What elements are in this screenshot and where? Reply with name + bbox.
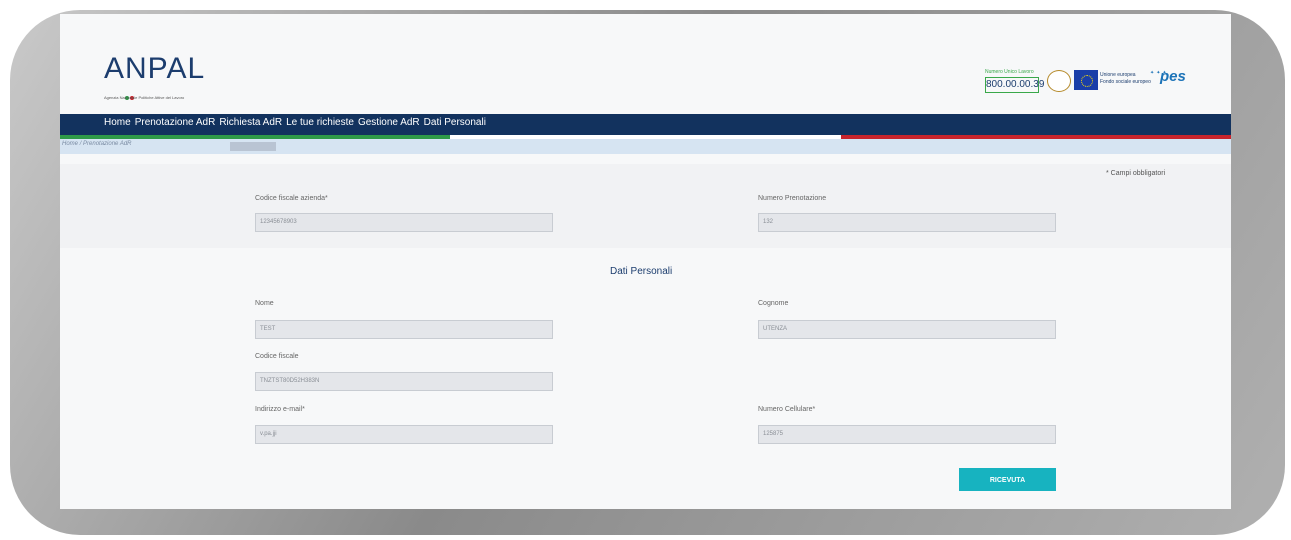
cognome-label: Cognome [758, 300, 789, 307]
breadcrumb-home[interactable]: Home [62, 141, 78, 147]
pes-side-icon [1188, 73, 1200, 87]
nav-item-le-tue-richieste[interactable]: Le tue richieste [286, 117, 354, 128]
required-note: * Campi obbligatori [1106, 170, 1166, 177]
numero-prenotazione-field[interactable]: 132 [758, 213, 1056, 232]
logo-wordmark: ANPAL [104, 52, 206, 85]
breadcrumb-current: Prenotazione AdR [83, 141, 132, 147]
codice-fiscale-azienda-field[interactable]: 12345678903 [255, 213, 553, 232]
numero-unico-lavoro: Numero Unico Lavoro 800.00.00.39 [985, 69, 1055, 93]
numero-prenotazione-label: Numero Prenotazione [758, 195, 827, 202]
logo-dots-icon [125, 87, 145, 100]
eu-flag-icon [1074, 70, 1098, 90]
email-label: Indirizzo e-mail* [255, 406, 305, 413]
cellulare-label: Numero Cellulare* [758, 406, 816, 413]
nav-item-richiesta[interactable]: Richiesta AdR [219, 117, 282, 128]
site-header: ANPAL Agenzia Nazionale Politiche Attive… [60, 14, 1231, 114]
breadcrumb-separator: / [79, 141, 82, 147]
italian-emblem-icon [1047, 70, 1071, 92]
page: ANPAL Agenzia Nazionale Politiche Attive… [60, 14, 1231, 509]
cognome-field[interactable]: UTENZA [758, 320, 1056, 339]
cellulare-field[interactable]: 125875 [758, 425, 1056, 444]
codice-fiscale-field[interactable]: TNZTST80D52H383N [255, 372, 553, 391]
nav-item-gestione[interactable]: Gestione AdR [358, 117, 420, 128]
pes-logo: ✦✦✦ pes [1150, 68, 1200, 92]
eu-line2: Fondo sociale europeo [1100, 79, 1151, 85]
breadcrumb-chip [230, 142, 276, 151]
eu-line1: Unione europea [1100, 72, 1136, 78]
nome-label: Nome [255, 300, 274, 307]
nav-item-home[interactable]: Home [104, 117, 131, 128]
section-title: Dati Personali [610, 266, 673, 277]
nome-field[interactable]: TEST [255, 320, 553, 339]
booking-section [60, 164, 1231, 248]
numero-label: Numero Unico Lavoro [985, 69, 1034, 75]
codice-fiscale-label: Codice fiscale [255, 353, 299, 360]
email-field[interactable]: v.pa.jji [255, 425, 553, 444]
breadcrumb: Home / Prenotazione AdR [60, 139, 1231, 154]
nav-item-dati-personali[interactable]: Dati Personali [424, 117, 486, 128]
logo-subtitle: Agenzia Nazionale Politiche Attive del L… [104, 95, 185, 100]
screenshot-frame: ANPAL Agenzia Nazionale Politiche Attive… [0, 0, 1291, 540]
ricevuta-button[interactable]: RICEVUTA [959, 468, 1056, 491]
nav-item-prenotazione[interactable]: Prenotazione AdR [135, 117, 216, 128]
main-nav: Home Prenotazione AdR Richiesta AdR Le t… [60, 114, 1231, 135]
numero-value: 800.00.00.39 [985, 77, 1044, 93]
eu-text: Unione europea Fondo sociale europeo [1100, 72, 1151, 86]
breadcrumb-trail: Home / Prenotazione AdR [62, 141, 132, 147]
anpal-logo[interactable]: ANPAL Agenzia Nazionale Politiche Attive… [104, 52, 206, 100]
codice-fiscale-azienda-label: Codice fiscale azienda* [255, 195, 328, 202]
pes-wordmark: pes [1160, 68, 1186, 85]
